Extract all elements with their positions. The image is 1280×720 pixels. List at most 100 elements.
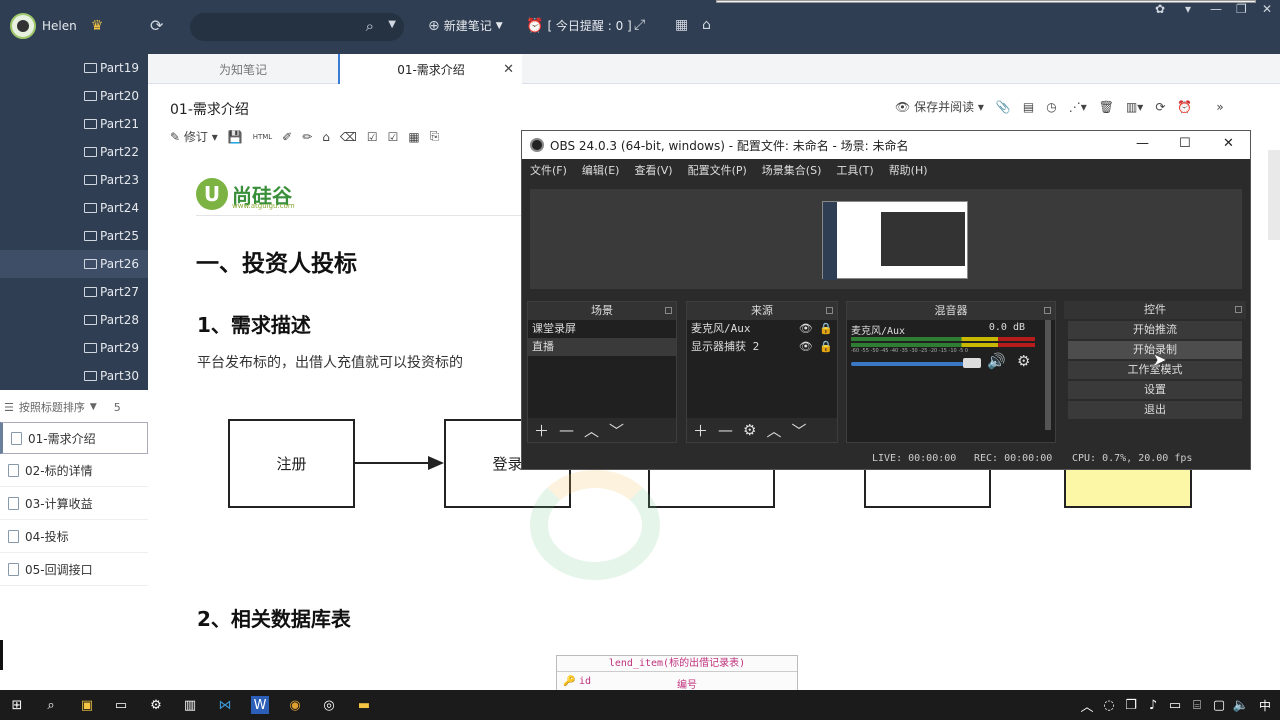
ime-indicator[interactable]: 中 [1256, 696, 1274, 714]
comment-icon[interactable]: ▤ [1023, 100, 1034, 114]
menu-item[interactable]: 场景集合(S) [762, 162, 822, 178]
marker-icon[interactable]: ✏ [302, 130, 312, 144]
save-read-button[interactable]: 👁 保存并阅读 ▾ [895, 98, 984, 115]
sync-icon[interactable]: ⟳ [150, 16, 163, 35]
vscode-icon[interactable]: ⋈ [216, 696, 234, 714]
history-icon[interactable]: ◷ [1046, 100, 1056, 114]
gear-icon[interactable]: ⚙ [147, 696, 165, 714]
dock-float-icon[interactable] [665, 307, 672, 314]
eraser-icon[interactable]: ⌫ [340, 130, 357, 144]
mixer-scrollbar[interactable] [1045, 320, 1051, 430]
sidebar-item-part28[interactable]: Part28 [84, 306, 148, 334]
folder-icon[interactable]: ▬ [355, 696, 373, 714]
move-down-icon[interactable]: ﹀ [791, 420, 806, 441]
ide-icon[interactable]: ▥ [181, 696, 199, 714]
menu-item[interactable]: 文件(F) [530, 162, 567, 178]
tray-app-icon[interactable]: ◌ [1100, 696, 1118, 714]
grid-icon[interactable]: ▦ [675, 17, 688, 33]
chevron-down-icon[interactable]: ▼ [388, 19, 396, 30]
menu-item[interactable]: 编辑(E) [582, 162, 620, 178]
sidebar-item-part21[interactable]: Part21 [84, 110, 148, 138]
volume-icon[interactable]: 🔈 [1232, 696, 1250, 714]
visibility-lock-icon[interactable]: 👁 🔒 [799, 320, 833, 338]
restore-icon[interactable]: ❐ [1236, 2, 1247, 16]
minimize-icon[interactable]: — [1136, 136, 1149, 151]
sidebar-item-part25[interactable]: Part25 [84, 222, 148, 250]
pen-icon[interactable]: ✐ [282, 130, 292, 144]
tray-display-icon[interactable]: ▭ [1166, 696, 1184, 714]
revise-button[interactable]: ✎ 修订 ▾ [170, 128, 218, 145]
list-item[interactable]: 01-需求介绍 [0, 422, 148, 454]
remove-icon[interactable]: — [718, 421, 733, 439]
list-item[interactable]: 04-投标 [0, 521, 148, 553]
move-up-icon[interactable]: ︿ [766, 420, 781, 441]
obs-titlebar[interactable]: OBS 24.0.3 (64-bit, windows) - 配置文件: 未命名… [522, 131, 1250, 159]
dock-float-icon[interactable] [1044, 307, 1051, 314]
user-menu[interactable]: Helen ♛ [10, 13, 103, 39]
close-icon[interactable]: ✕ [1262, 2, 1272, 16]
source-item[interactable]: 麦克风/Aux 👁 🔒 [687, 320, 837, 338]
search-icon[interactable]: ⌕ [42, 696, 60, 714]
volume-knob[interactable] [963, 358, 981, 368]
alarm-icon[interactable]: ⏰ [1177, 100, 1192, 114]
move-down-icon[interactable]: ﹀ [609, 420, 624, 441]
todo-icon[interactable]: ☑ [367, 130, 378, 144]
tray-chevron-icon[interactable]: ︿ [1078, 696, 1096, 715]
speaker-icon[interactable]: 🔊 [987, 352, 1006, 370]
windows-start-icon[interactable]: ⊞ [8, 696, 26, 714]
move-up-icon[interactable]: ︿ [584, 420, 599, 441]
sidebar-item-part19[interactable]: Part19 [84, 54, 148, 82]
sync-doc-icon[interactable]: ⟳ [1155, 100, 1165, 114]
maximize-icon[interactable]: ☐ [1179, 136, 1191, 151]
list-item[interactable]: 02-标的详情 [0, 455, 148, 487]
sidebar-item-part26[interactable]: Part26 [0, 250, 148, 278]
scrollbar[interactable] [1268, 150, 1280, 240]
search-input[interactable]: ⌕ ▼ [190, 13, 404, 41]
page-title[interactable]: 01-需求介绍 [170, 99, 249, 119]
tray-window-icon[interactable]: ▢ [1210, 696, 1228, 714]
obs-taskbar-icon[interactable]: ◎ [320, 696, 338, 714]
app-icon[interactable]: ▣ [78, 696, 96, 714]
gear-icon[interactable]: ⚙ [1017, 352, 1030, 370]
remove-icon[interactable]: — [559, 421, 574, 439]
sidebar-item-part30[interactable]: Part30 [84, 362, 148, 390]
insert-icon[interactable]: ⎘ [430, 129, 440, 144]
layout-icon[interactable]: ▥▾ [1126, 100, 1143, 114]
attachment-icon[interactable]: 📎 [996, 100, 1011, 114]
home-icon[interactable]: ⌂ [702, 17, 711, 33]
skin-icon[interactable]: ✿ [1155, 2, 1165, 16]
sidebar-item-part29[interactable]: Part29 [84, 334, 148, 362]
sidebar-item-part24[interactable]: Part24 [84, 194, 148, 222]
menu-item[interactable]: 工具(T) [836, 162, 873, 178]
control-button[interactable]: 开始推流 [1068, 321, 1242, 339]
html-button[interactable]: HTML [253, 133, 272, 141]
settings-icon[interactable]: ⚙ [743, 421, 756, 439]
control-button[interactable]: 设置 [1068, 381, 1242, 399]
visibility-lock-icon[interactable]: 👁 🔒 [799, 338, 833, 356]
network-icon[interactable]: ⌸ [1188, 696, 1206, 714]
list-item[interactable]: 03-计算收益 [0, 488, 148, 520]
add-icon[interactable]: ＋ [534, 420, 549, 441]
search-icon[interactable]: ⌕ [366, 17, 374, 35]
menu-item[interactable]: 配置文件(P) [688, 162, 747, 178]
sidebar-item-part22[interactable]: Part22 [84, 138, 148, 166]
sidebar-item-part27[interactable]: Part27 [84, 278, 148, 306]
sidebar-item-part23[interactable]: Part23 [84, 166, 148, 194]
more-icon[interactable]: » [1216, 100, 1223, 114]
new-note-button[interactable]: ⊕ 新建笔记 ▼ [428, 17, 503, 34]
sidebar-item-part20[interactable]: Part20 [84, 82, 148, 110]
scene-item[interactable]: 课堂录屏 [528, 320, 676, 338]
share-icon[interactable]: ⋰▾ [1069, 100, 1087, 114]
scene-item[interactable]: 直播 [528, 338, 676, 356]
tray-copy-icon[interactable]: ❐ [1122, 696, 1140, 714]
checkbox-icon[interactable]: ☑ [388, 130, 399, 144]
word-icon[interactable]: W [251, 696, 269, 714]
menu-item[interactable]: 帮助(H) [889, 162, 928, 178]
reminder-button[interactable]: ⏰ [ 今日提醒 : 0 ] [526, 17, 632, 34]
close-tab-icon[interactable]: ✕ [503, 62, 514, 77]
add-icon[interactable]: ＋ [693, 420, 708, 441]
tab-current-doc[interactable]: 01-需求介绍 ✕ [338, 54, 522, 84]
avatar[interactable] [10, 13, 36, 39]
close-icon[interactable]: ✕ [1223, 136, 1234, 151]
format-painter-icon[interactable]: ⌂ [322, 130, 330, 144]
